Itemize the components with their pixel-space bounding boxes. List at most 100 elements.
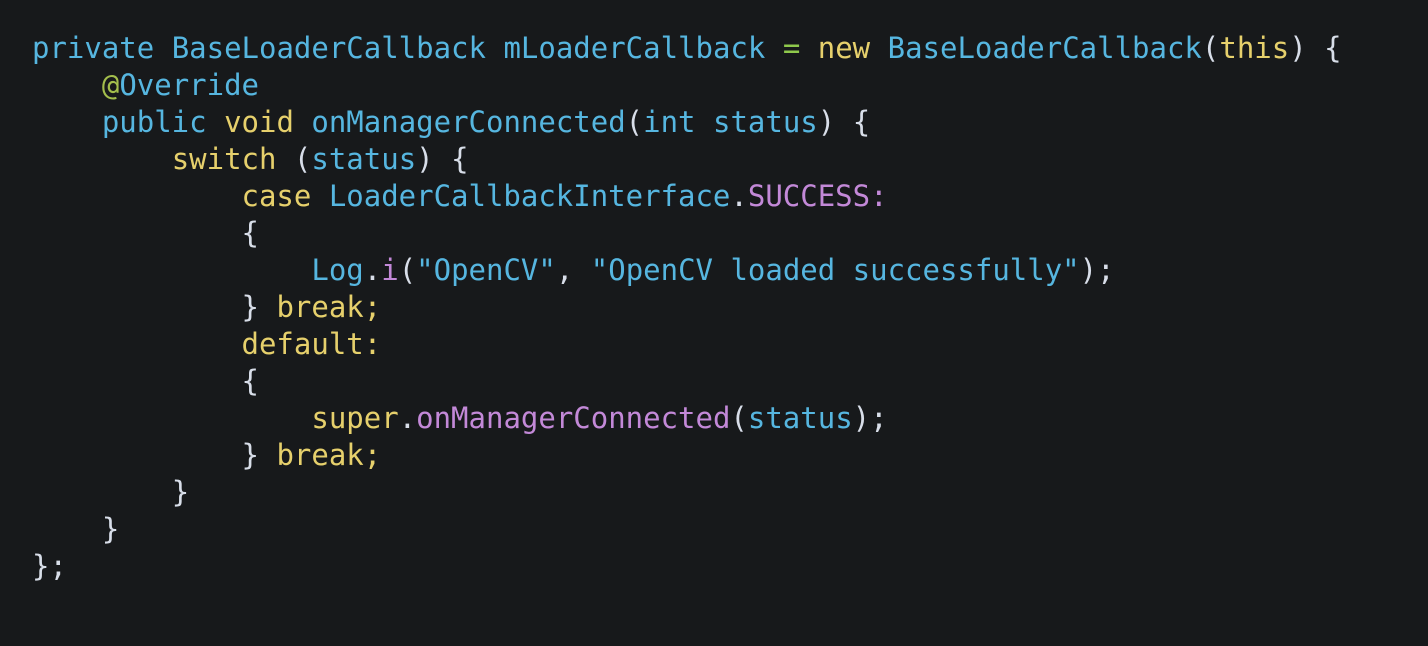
- code-line: {: [0, 363, 1428, 400]
- code-token-punct: {: [241, 364, 259, 398]
- code-token-kw: break: [276, 290, 364, 324]
- code-token-punct: }: [171, 475, 190, 509]
- code-token-method: i: [381, 253, 399, 287]
- code-token-punct: }: [101, 512, 120, 546]
- code-token-ident: onManagerConnected: [311, 105, 626, 139]
- code-token-string: "OpenCV": [416, 253, 556, 287]
- code-token-punct: }: [241, 438, 259, 472]
- code-token-method: SUCCESS: [747, 179, 871, 213]
- code-token-punct: (: [293, 142, 312, 176]
- code-token-ident: status: [311, 142, 417, 176]
- code-line: {: [0, 215, 1428, 252]
- code-token-kw: ;: [363, 290, 382, 324]
- code-token-punct: (: [398, 253, 417, 287]
- code-token-punct: ;: [1097, 253, 1115, 287]
- code-token-kw: default: [241, 327, 364, 361]
- code-token-punct: ): [416, 142, 434, 176]
- code-line: @Override: [0, 67, 1428, 104]
- code-token-kw: :: [363, 327, 382, 361]
- code-line: }: [0, 474, 1428, 511]
- code-token-punct: .: [730, 179, 748, 213]
- code-token-punct: ,: [555, 253, 574, 287]
- code-line: private BaseLoaderCallback mLoaderCallba…: [0, 30, 1428, 67]
- code-token-punct: }: [32, 549, 50, 583]
- code-line: super.onManagerConnected(status);: [0, 400, 1428, 437]
- code-token-punct: ): [852, 401, 871, 435]
- code-token-method: onManagerConnected: [416, 401, 731, 435]
- code-token-punct: (: [625, 105, 644, 139]
- code-token-kw: super: [311, 401, 399, 435]
- code-token-punct: (: [1201, 31, 1220, 65]
- code-token-ident: int: [643, 105, 696, 139]
- code-token-ident: BaseLoaderCallback: [171, 31, 486, 65]
- code-token-kw: case: [241, 179, 312, 213]
- code-token-punct: ): [817, 105, 836, 139]
- code-token-ident: BaseLoaderCallback: [887, 31, 1202, 65]
- code-token-punct: {: [1324, 31, 1342, 65]
- code-token-punct: ;: [870, 401, 888, 435]
- code-lines-container: private BaseLoaderCallback mLoaderCallba…: [0, 30, 1428, 585]
- code-token-punct: {: [451, 142, 469, 176]
- code-token-kw: void: [224, 105, 294, 139]
- code-token-ident: status: [747, 401, 853, 435]
- code-block[interactable]: private BaseLoaderCallback mLoaderCallba…: [0, 0, 1428, 646]
- code-token-punct: .: [363, 253, 382, 287]
- code-token-punct: ): [1289, 31, 1307, 65]
- code-token-op: =: [782, 31, 801, 65]
- code-line: } break;: [0, 289, 1428, 326]
- code-token-ident: public: [101, 105, 207, 139]
- code-line: }: [0, 511, 1428, 548]
- code-token-kw: ;: [363, 438, 382, 472]
- code-token-ident: status: [713, 105, 818, 139]
- code-token-string: "OpenCV loaded successfully": [590, 253, 1080, 287]
- code-line: case LoaderCallbackInterface.SUCCESS:: [0, 178, 1428, 215]
- code-token-kw: new: [817, 31, 871, 65]
- code-token-ident: Log: [311, 253, 364, 287]
- code-token-method: :: [870, 179, 888, 213]
- code-line: } break;: [0, 437, 1428, 474]
- code-token-punct: {: [852, 105, 871, 139]
- code-line: Log.i("OpenCV", "OpenCV loaded successfu…: [0, 252, 1428, 289]
- code-token-ident: LoaderCallbackInterface: [328, 179, 731, 213]
- code-token-ident: Override: [119, 68, 259, 102]
- code-token-punct: {: [241, 216, 259, 250]
- code-token-punct: ): [1079, 253, 1098, 287]
- code-token-punct: .: [398, 401, 417, 435]
- code-token-kw: break: [276, 438, 364, 472]
- code-token-anno: @: [101, 68, 120, 102]
- code-line: public void onManagerConnected(int statu…: [0, 104, 1428, 141]
- code-line: switch (status) {: [0, 141, 1428, 178]
- code-token-kw: this: [1219, 31, 1290, 65]
- code-line: };: [0, 548, 1428, 585]
- code-token-punct: }: [241, 290, 259, 324]
- code-token-ident: mLoaderCallback: [503, 31, 766, 65]
